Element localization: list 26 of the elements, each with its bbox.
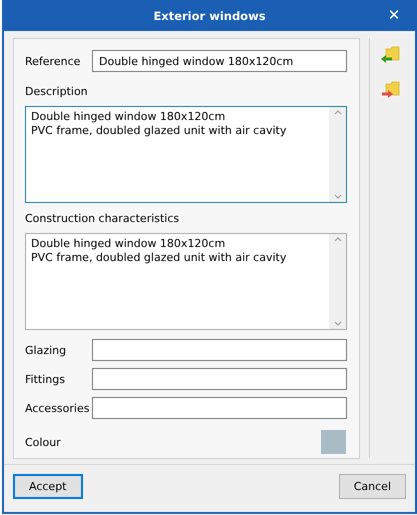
field-label: Construction characteristics [25, 212, 180, 225]
input-field[interactable] [92, 368, 347, 390]
scroll-up-icon[interactable] [334, 110, 342, 115]
folder-import-icon[interactable] [380, 46, 400, 64]
field-label: Colour [25, 436, 62, 448]
scroll-down-icon[interactable] [334, 321, 342, 326]
window-title: Exterior windows [153, 8, 266, 22]
colour-swatch[interactable] [321, 430, 346, 454]
scroll-up-icon[interactable] [334, 237, 342, 242]
input-field[interactable] [92, 397, 347, 419]
field-label: Accessories [25, 402, 90, 414]
scrollbar[interactable] [329, 234, 346, 329]
folder-export-icon[interactable] [380, 81, 400, 99]
input-field[interactable] [92, 339, 347, 361]
text-area[interactable]: Double hinged window 180x120cm PVC frame, doubled glazed unit with air cavity [25, 106, 347, 203]
accept-button[interactable]: Accept [13, 474, 82, 499]
close-button[interactable]: ✕ [381, 4, 407, 26]
field-label: Description [25, 85, 89, 98]
input-field[interactable]: Double hinged window 180x120cm [92, 50, 347, 72]
scrollbar[interactable] [329, 107, 346, 202]
text-area[interactable]: Double hinged window 180x120cm PVC frame, doubled glazed unit with air cavity [25, 233, 347, 330]
cancel-button[interactable]: Cancel [338, 474, 406, 499]
field-label: Fittings [25, 372, 66, 386]
field-label: Glazing [25, 344, 68, 356]
field-label: Reference [25, 54, 82, 68]
scroll-down-icon[interactable] [334, 194, 342, 199]
